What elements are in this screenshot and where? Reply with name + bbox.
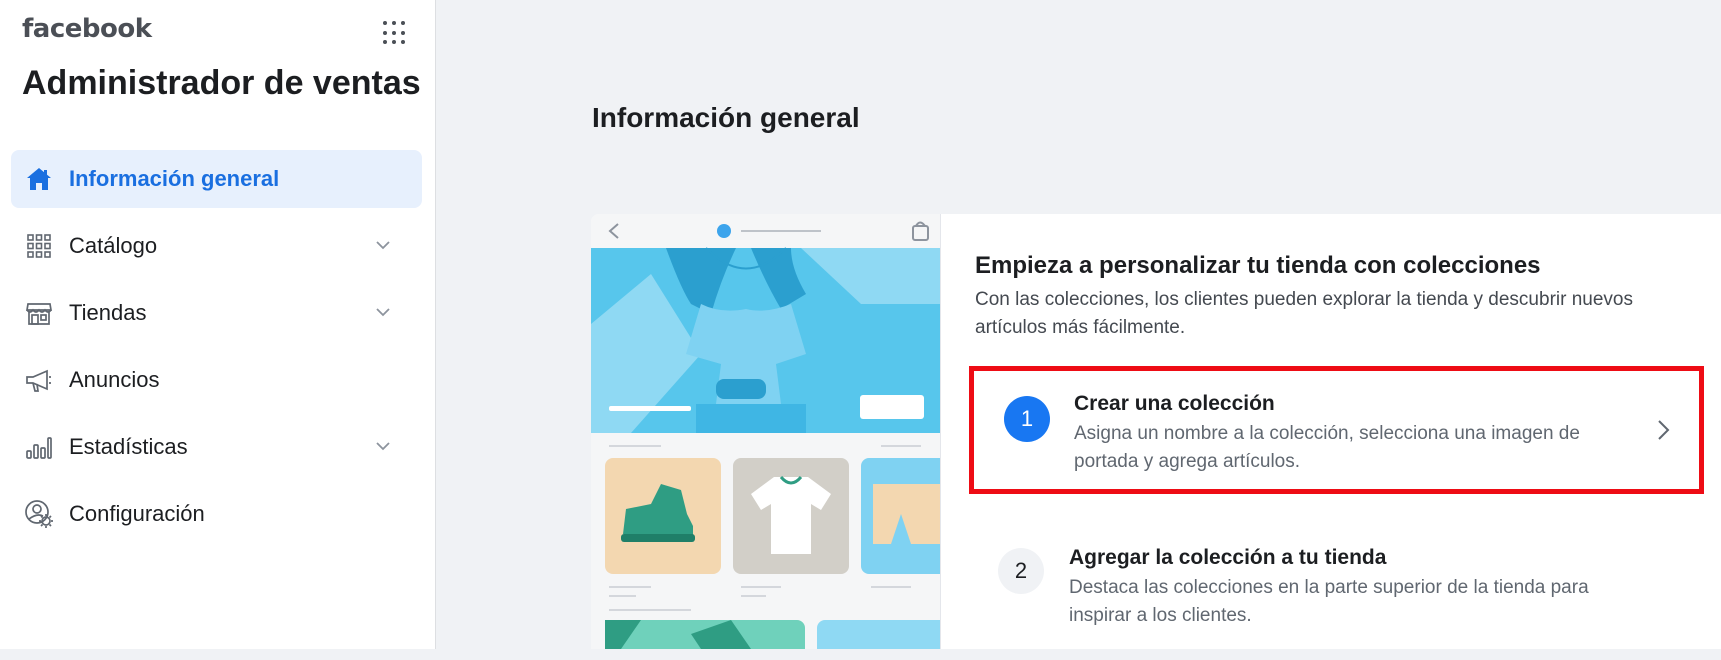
card-description: Con las colecciones, los clientes pueden…: [975, 289, 1633, 338]
step-title: Crear una colección: [1074, 392, 1275, 415]
chevron-down-icon[interactable]: [374, 303, 392, 321]
sidebar-nav: Información general Catálogo Tiendas Anu…: [11, 150, 422, 552]
facebook-logo[interactable]: facebook: [22, 14, 152, 44]
sidebar: facebook Administrador de ventas Informa…: [0, 0, 436, 649]
step-description: Destaca las colecciones en la parte supe…: [1069, 577, 1589, 626]
sidebar-item-label: Anuncios: [69, 367, 160, 392]
add-collection-to-shop-step[interactable]: 2 Agregar la colección a tu tienda Desta…: [969, 532, 1704, 660]
settings-icon: [24, 499, 54, 529]
home-icon: [24, 164, 54, 194]
sidebar-item-shops[interactable]: Tiendas: [11, 284, 422, 342]
shop-preview-illustration: [591, 214, 941, 649]
create-collection-step[interactable]: 1 Crear una colección Asigna un nombre a…: [969, 366, 1704, 494]
sidebar-item-label: Estadísticas: [69, 434, 188, 459]
apps-grid-icon[interactable]: [382, 20, 408, 46]
sidebar-item-label: Información general: [69, 166, 280, 191]
page-title: Información general: [592, 102, 860, 133]
chevron-down-icon[interactable]: [374, 437, 392, 455]
chevron-down-icon[interactable]: [374, 236, 392, 254]
sidebar-item-label: Tiendas: [69, 300, 147, 325]
sidebar-item-label: Catálogo: [69, 233, 158, 258]
step-description: Asigna un nombre a la colección, selecci…: [1074, 423, 1580, 472]
sidebar-item-general-info[interactable]: Información general: [11, 150, 422, 208]
chevron-right-icon[interactable]: [1651, 415, 1675, 445]
sidebar-item-catalog[interactable]: Catálogo: [11, 217, 422, 275]
store-icon: [24, 298, 54, 328]
sidebar-item-settings[interactable]: Configuración: [11, 485, 422, 543]
app-title: Administrador de ventas: [22, 64, 421, 102]
bar-chart-icon: [24, 432, 54, 462]
sidebar-item-label: Configuración: [69, 501, 205, 526]
card-body: Empieza a personalizar tu tienda con col…: [975, 252, 1695, 342]
sidebar-item-insights[interactable]: Estadísticas: [11, 418, 422, 476]
step-title: Agregar la colección a tu tienda: [1069, 546, 1387, 569]
step-number-badge: 1: [1004, 396, 1050, 442]
card-title: Empieza a personalizar tu tienda con col…: [975, 252, 1541, 279]
megaphone-icon: [24, 365, 54, 395]
sidebar-item-ads[interactable]: Anuncios: [11, 351, 422, 409]
step-number-badge: 2: [998, 548, 1044, 594]
grid-icon: [24, 231, 54, 261]
